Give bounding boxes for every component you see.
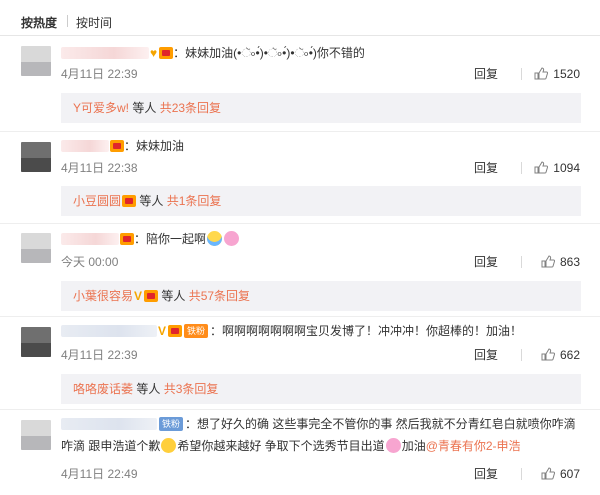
comment-text: V 铁粉 ：啊啊啊啊啊啊啊宝贝发博了！冲冲冲！你超棒的！加油！ (61, 322, 522, 340)
crying-emoji-icon (207, 231, 223, 246)
verified-icon: V (134, 289, 143, 303)
username[interactable] (61, 47, 149, 59)
mention-link[interactable]: @青春有你2-申浩 (426, 439, 521, 453)
fan-badge: 铁粉 (184, 324, 209, 338)
like-count: 1094 (553, 161, 580, 175)
avatar[interactable] (21, 46, 51, 76)
reply-user[interactable]: 咯咯废话萎 (73, 382, 133, 396)
like-count: 607 (559, 467, 580, 481)
thumbs-up-icon (541, 255, 555, 268)
bunny-emoji-icon (385, 438, 401, 453)
like-count: 863 (559, 255, 580, 269)
reply-button[interactable]: 回复 (474, 347, 498, 363)
avatar[interactable] (21, 142, 51, 172)
sort-tabs: 按热度 按时间 (0, 0, 600, 36)
vip-badge-icon (110, 140, 124, 152)
vip-badge-icon (159, 47, 174, 59)
tab-sort-by-time[interactable]: 按时间 (76, 14, 112, 31)
reply-count-link[interactable]: 共23条回复 (160, 101, 221, 115)
verified-icon: ♥ (150, 46, 158, 60)
reply-summary[interactable]: 咯咯废话萎 等人 共3条回复 (61, 374, 581, 404)
fan-badge: 铁粉 (159, 417, 184, 431)
like-button[interactable]: 863 (520, 254, 580, 270)
vip-badge-icon (120, 233, 134, 245)
tab-sort-by-hot[interactable]: 按热度 (21, 14, 57, 31)
vip-badge-icon (144, 290, 159, 302)
comment-text: ：妹妹加油 (61, 137, 184, 155)
tab-divider (67, 15, 68, 27)
like-count: 662 (559, 348, 580, 362)
comment-divider (0, 131, 600, 132)
comment-text: ：陪你一起啊 (61, 230, 240, 248)
comment-actions: 回复 607 (460, 466, 580, 482)
comment-date: 4月11日 22:49 (61, 467, 138, 481)
avatar[interactable] (21, 233, 51, 263)
like-button[interactable]: 1520 (520, 66, 580, 82)
username[interactable] (61, 233, 119, 245)
like-button[interactable]: 607 (520, 466, 580, 482)
comment-divider (0, 409, 600, 410)
like-count: 1520 (553, 67, 580, 81)
comment-text-continued: 咋滴 跟申浩道个歉 希望你越来越好 争取下个选秀节目出道 加油@青春有你2-申浩 (61, 438, 521, 453)
username[interactable] (61, 140, 109, 152)
like-button[interactable]: 662 (520, 347, 580, 363)
thumbs-up-icon (534, 67, 549, 80)
reply-count-link[interactable]: 共57条回复 (189, 289, 250, 303)
comment-divider (0, 223, 600, 224)
comment-actions: 回复 662 (460, 347, 580, 363)
reply-summary[interactable]: 小豆圆圆 等人 共1条回复 (61, 186, 581, 216)
bow-emoji-icon (161, 438, 177, 453)
comment-actions: 回复 1094 (460, 160, 580, 176)
like-button[interactable]: 1094 (520, 160, 580, 176)
thumbs-up-icon (541, 467, 555, 480)
avatar[interactable] (21, 420, 51, 450)
reply-button[interactable]: 回复 (474, 160, 498, 176)
comment-date: 今天 00:00 (61, 255, 119, 269)
thumbs-up-icon (534, 161, 549, 174)
reply-button[interactable]: 回复 (474, 66, 498, 82)
comment-actions: 回复 863 (460, 254, 580, 270)
username[interactable] (61, 325, 157, 337)
avatar[interactable] (21, 327, 51, 357)
reply-user[interactable]: 小豆圆圆 (73, 194, 121, 208)
reply-user[interactable]: 小葉很容易 (73, 289, 133, 303)
reply-button[interactable]: 回复 (474, 466, 498, 482)
comment-actions: 回复 1520 (460, 66, 580, 82)
vip-badge-icon (168, 325, 183, 337)
reply-button[interactable]: 回复 (474, 254, 498, 270)
thumbs-up-icon (541, 348, 555, 361)
reply-user[interactable]: Y可爱多w! (73, 101, 129, 115)
comment-text: ♥ ：妹妹加油(•ૅ৹•́)•ૅ৹•́)•ૅ৹•́)你不错的 (61, 44, 365, 62)
verified-icon: V (158, 324, 167, 338)
reply-count-link[interactable]: 共1条回复 (167, 194, 222, 208)
comment-date: 4月11日 22:39 (61, 348, 138, 362)
comment-text: 铁粉 ：想了好久的确 这些事完全不管你的事 然后我就不分青红皂白就喷你咋滴 (61, 415, 576, 433)
comment-divider (0, 316, 600, 317)
vip-badge-icon (122, 195, 137, 207)
reply-summary[interactable]: Y可爱多w! 等人 共23条回复 (61, 93, 581, 123)
comment-date: 4月11日 22:38 (61, 161, 138, 175)
reply-count-link[interactable]: 共3条回复 (164, 382, 219, 396)
username[interactable] (61, 418, 157, 430)
flower-emoji-icon (224, 231, 240, 246)
comment-date: 4月11日 22:39 (61, 67, 138, 81)
reply-summary[interactable]: 小葉很容易V 等人 共57条回复 (61, 281, 581, 311)
